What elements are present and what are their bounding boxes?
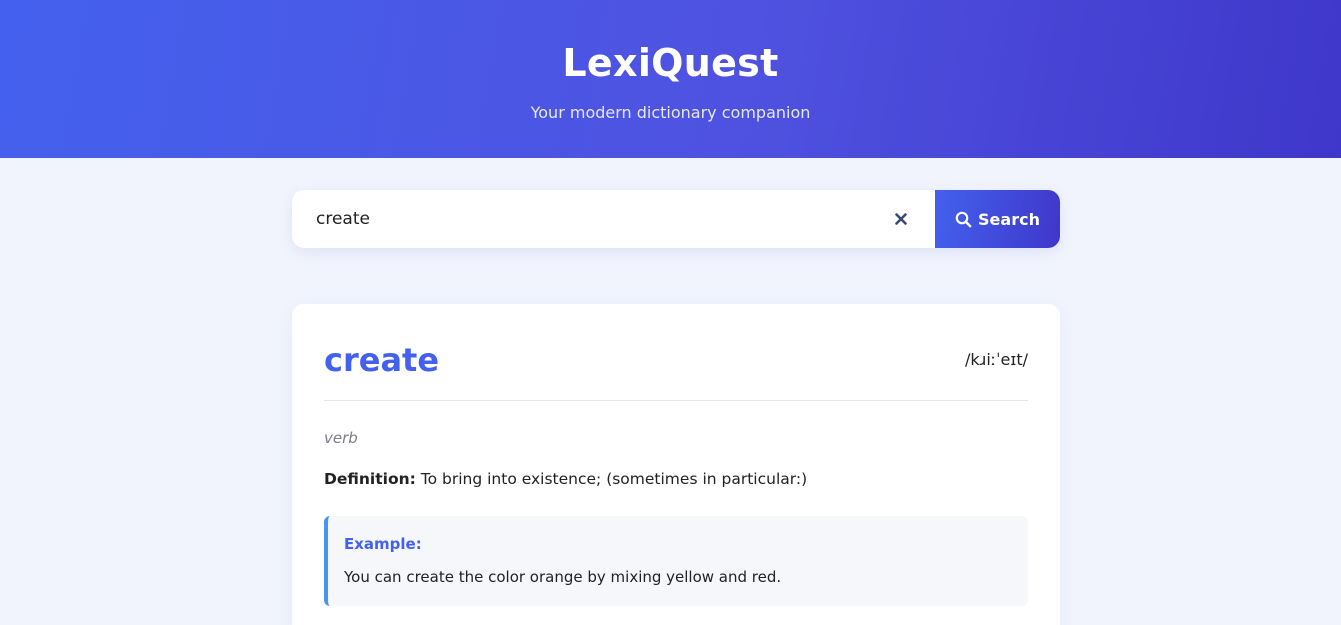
example-text: You can create the color orange by mixin… (344, 568, 782, 586)
definition-card: create /kɹiːˈeɪt/ verb Definition: To br… (292, 304, 1060, 625)
app-title: LexiQuest (562, 41, 779, 85)
part-of-speech: verb (324, 429, 358, 447)
definition-text: To bring into existence; (sometimes in p… (415, 470, 808, 488)
divider (324, 400, 1028, 401)
app-subtitle: Your modern dictionary companion (530, 103, 811, 122)
search-input[interactable] (292, 190, 935, 248)
definition-label: Definition: (324, 470, 416, 488)
clear-search-button[interactable] (888, 206, 914, 232)
example-label: Example: (344, 535, 422, 553)
entry-word: create (324, 341, 440, 379)
app-header: LexiQuest Your modern dictionary compani… (0, 0, 1341, 158)
definition: Definition: To bring into existence; (so… (324, 468, 807, 490)
search-button-label: Search (978, 209, 1040, 229)
search-icon (955, 211, 972, 227)
close-icon (895, 213, 907, 225)
entry-phonetic: /kɹiːˈeɪt/ (965, 350, 1028, 369)
example-block: Example: You can create the color orange… (324, 516, 1028, 606)
search-button[interactable]: Search (935, 190, 1060, 248)
